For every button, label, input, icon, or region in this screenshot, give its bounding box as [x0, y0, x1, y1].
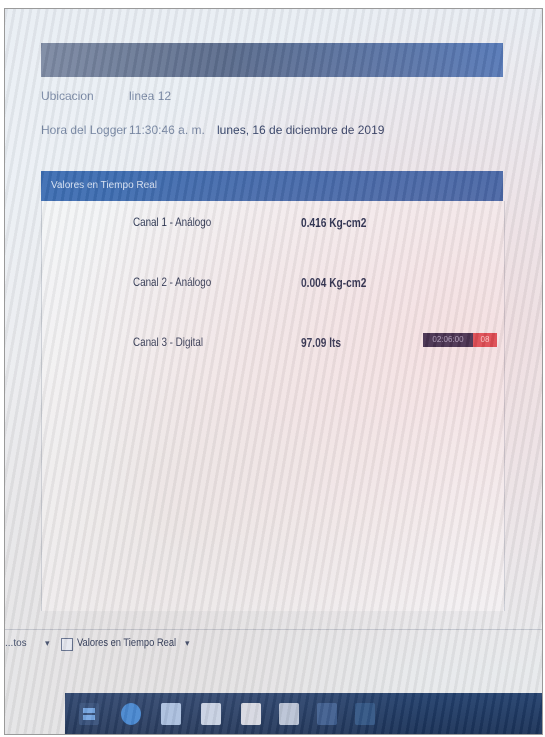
tab-previous[interactable]: ...tos: [5, 638, 27, 649]
windows-start-icon[interactable]: [79, 703, 99, 725]
realtime-values-panel: [41, 201, 505, 611]
channel-2-label: Canal 2 - Análogo: [133, 275, 212, 289]
location-value: linea 12: [129, 89, 172, 103]
channel-3-alert-badge: 08: [473, 333, 497, 347]
window-title-bar: [41, 43, 503, 77]
app-icon[interactable]: [317, 703, 337, 725]
sheet-tab-bar: ...tos ▾ Valores en Tiempo Real ▾: [5, 629, 542, 658]
channel-1-value: 0.416 Kg-cm2: [301, 215, 367, 230]
app-icon[interactable]: [241, 703, 261, 725]
channel-2-value: 0.004 Kg-cm2: [301, 275, 367, 290]
photo-frame: Ubicacion linea 12 Hora del Logger 11:30…: [4, 8, 543, 735]
app-icon[interactable]: [279, 703, 299, 725]
app-icon[interactable]: [355, 703, 375, 725]
channel-3-value: 97.09 lts: [301, 335, 342, 350]
logger-time-value: 11:30:46 a. m.: [129, 123, 205, 137]
file-explorer-icon[interactable]: [161, 703, 181, 725]
realtime-section-header: Valores en Tiempo Real: [41, 171, 503, 201]
sheet-icon: [61, 638, 73, 651]
logger-date-value: lunes, 16 de diciembre de 2019: [217, 123, 385, 137]
section-title: Valores en Tiempo Real: [51, 180, 157, 191]
channel-1-label: Canal 1 - Análogo: [133, 215, 212, 229]
channel-3-label: Canal 3 - Digital: [133, 335, 204, 349]
taskbar: [65, 693, 542, 734]
chevron-down-icon[interactable]: ▾: [45, 638, 50, 649]
monitor-screen: Ubicacion linea 12 Hora del Logger 11:30…: [5, 9, 542, 734]
tab-realtime-values[interactable]: Valores en Tiempo Real: [77, 637, 176, 649]
channel-3-timestamp: 02:06:00: [423, 333, 473, 347]
chevron-down-icon[interactable]: ▾: [185, 638, 190, 649]
location-label: Ubicacion: [41, 89, 94, 103]
store-icon[interactable]: [201, 703, 221, 725]
edge-browser-icon[interactable]: [121, 703, 141, 725]
logger-time-label: Hora del Logger: [41, 123, 128, 137]
